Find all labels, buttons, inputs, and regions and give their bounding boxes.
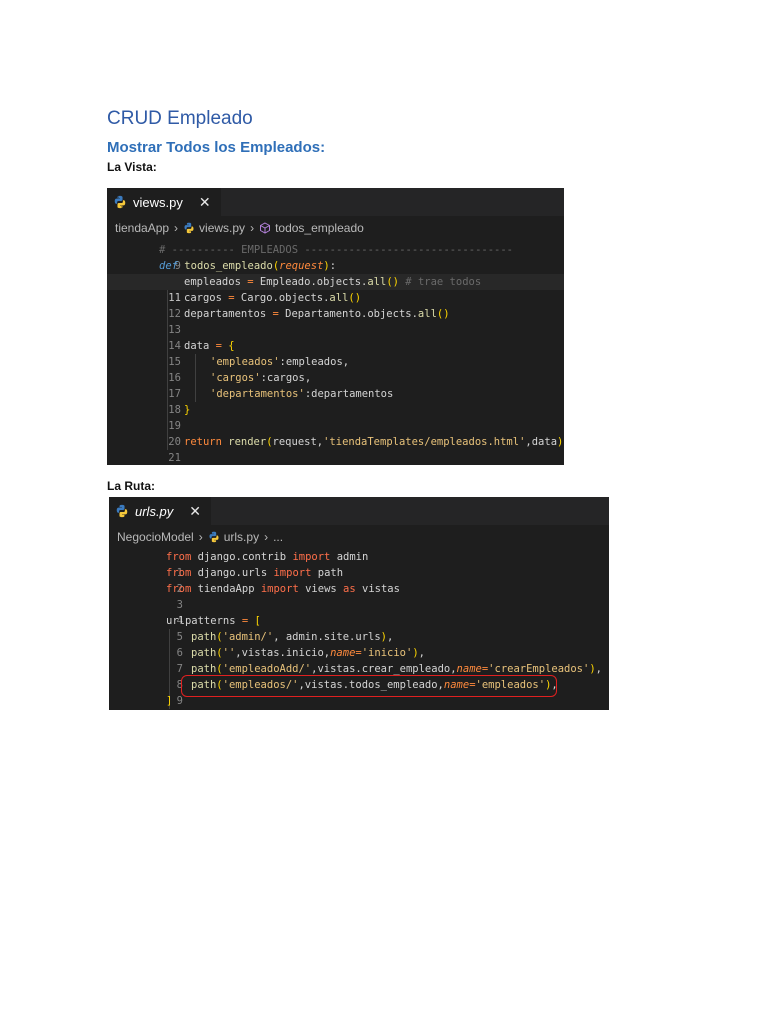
code-line: 17 'cargos':cargos, (107, 370, 564, 400)
code-text: from tiendaApp import views as vistas (166, 583, 400, 595)
code-text: path('',vistas.inicio,name='inicio'), (191, 647, 425, 659)
code-line: 21 return render(request,'tiendaTemplate… (107, 434, 564, 464)
line-number: 10 (147, 709, 183, 710)
code-text: } (184, 404, 191, 416)
breadcrumb-file[interactable]: urls.py (224, 530, 259, 544)
code-text: # ---------- EMPLEADOS -----------------… (159, 244, 514, 256)
code-text: data = { (184, 340, 235, 352)
code-text: departamentos = Departamento.objects.all… (184, 308, 450, 320)
python-icon (116, 504, 128, 518)
python-icon (114, 195, 126, 209)
code-line: 13 departamentos = Departamento.objects.… (107, 306, 564, 336)
code-line: 3 from tiendaApp import views as vistas (109, 581, 609, 611)
python-icon (184, 222, 194, 234)
code-line: 16 'empleados':empleados, (107, 354, 564, 384)
code-text: from django.contrib import admin (166, 551, 369, 563)
code-text: def todos_empleado(request): (159, 260, 337, 272)
code-text: return render(request,'tiendaTemplates/e… (184, 436, 564, 448)
chevron-right-icon: › (198, 530, 203, 544)
code-line: 5 urlpatterns = [ (109, 613, 609, 643)
code-line-current: 11 empleados = Empleado.objects.all() # … (107, 274, 564, 304)
tab-views-py[interactable]: views.py ✕ (107, 188, 221, 216)
code-editor-urls: urls.py ✕ NegocioModel › urls.py › ... 1… (109, 497, 609, 710)
code-line: 18 'departamentos':departamentos (107, 386, 564, 416)
code-text: empleados = Empleado.objects.all() # tra… (184, 276, 482, 288)
chevron-right-icon: › (264, 530, 269, 544)
editor-tab-bar: urls.py ✕ (109, 497, 609, 525)
editor-tab-bar: views.py ✕ (107, 188, 564, 216)
breadcrumb-folder[interactable]: tiendaApp (115, 221, 169, 235)
code-line: 7 path('',vistas.inicio,name='inicio'), (109, 645, 609, 675)
code-line: 14 (107, 322, 564, 352)
highlight-annotation (181, 675, 557, 697)
code-line: 1 from django.contrib import admin (109, 549, 609, 579)
code-area[interactable]: 1 from django.contrib import admin 2 fro… (109, 549, 609, 709)
code-text: from django.urls import path (166, 567, 344, 579)
breadcrumb-symbol[interactable]: todos_empleado (275, 221, 364, 235)
chevron-right-icon: › (174, 221, 179, 235)
code-area[interactable]: 9 # ---------- EMPLEADOS ---------------… (107, 242, 564, 464)
code-line: 6 path('admin/', admin.site.urls), (109, 629, 609, 659)
code-text: 'cargos':cargos, (210, 372, 312, 384)
code-text: cargos = Cargo.objects.all() (184, 292, 362, 304)
python-icon (209, 531, 219, 543)
code-line: 9 # ---------- EMPLEADOS ---------------… (107, 242, 564, 272)
breadcrumb-symbol[interactable]: ... (273, 530, 283, 544)
method-cube-icon (260, 222, 271, 234)
close-icon[interactable]: ✕ (189, 503, 201, 520)
code-line: 4 (109, 597, 609, 627)
code-text: 'departamentos':departamentos (210, 388, 394, 400)
close-icon[interactable]: ✕ (199, 194, 211, 211)
code-text: urlpatterns = [ (166, 615, 261, 627)
ruta-label: La Ruta: (107, 479, 155, 493)
code-line: 19 } (107, 402, 564, 432)
breadcrumb: tiendaApp › views.py › todos_empleado (107, 216, 564, 240)
code-text: path('admin/', admin.site.urls), (191, 631, 394, 643)
code-line: 2 from django.urls import path (109, 565, 609, 595)
code-line: 12 cargos = Cargo.objects.all() (107, 290, 564, 320)
tab-urls-py[interactable]: urls.py ✕ (109, 497, 212, 525)
code-line: 20 (107, 418, 564, 448)
page-title: CRUD Empleado (107, 108, 253, 129)
tab-label: urls.py (135, 503, 174, 519)
chevron-right-icon: › (250, 221, 255, 235)
tab-label: views.py (133, 194, 183, 210)
breadcrumb: NegocioModel › urls.py › ... (109, 525, 609, 549)
breadcrumb-folder[interactable]: NegocioModel (117, 530, 194, 544)
code-text: ] (166, 695, 173, 707)
line-number: 21 (168, 452, 181, 464)
section-subtitle: Mostrar Todos los Empleados: (107, 139, 326, 156)
code-editor-views: views.py ✕ tiendaApp › views.py › todos_… (107, 188, 564, 465)
code-line: 10 def todos_empleado(request): (107, 258, 564, 288)
code-text: 'empleados':empleados, (210, 356, 350, 368)
vista-label: La Vista: (107, 160, 157, 174)
code-line: 15 data = { (107, 338, 564, 368)
breadcrumb-file[interactable]: views.py (199, 221, 245, 235)
